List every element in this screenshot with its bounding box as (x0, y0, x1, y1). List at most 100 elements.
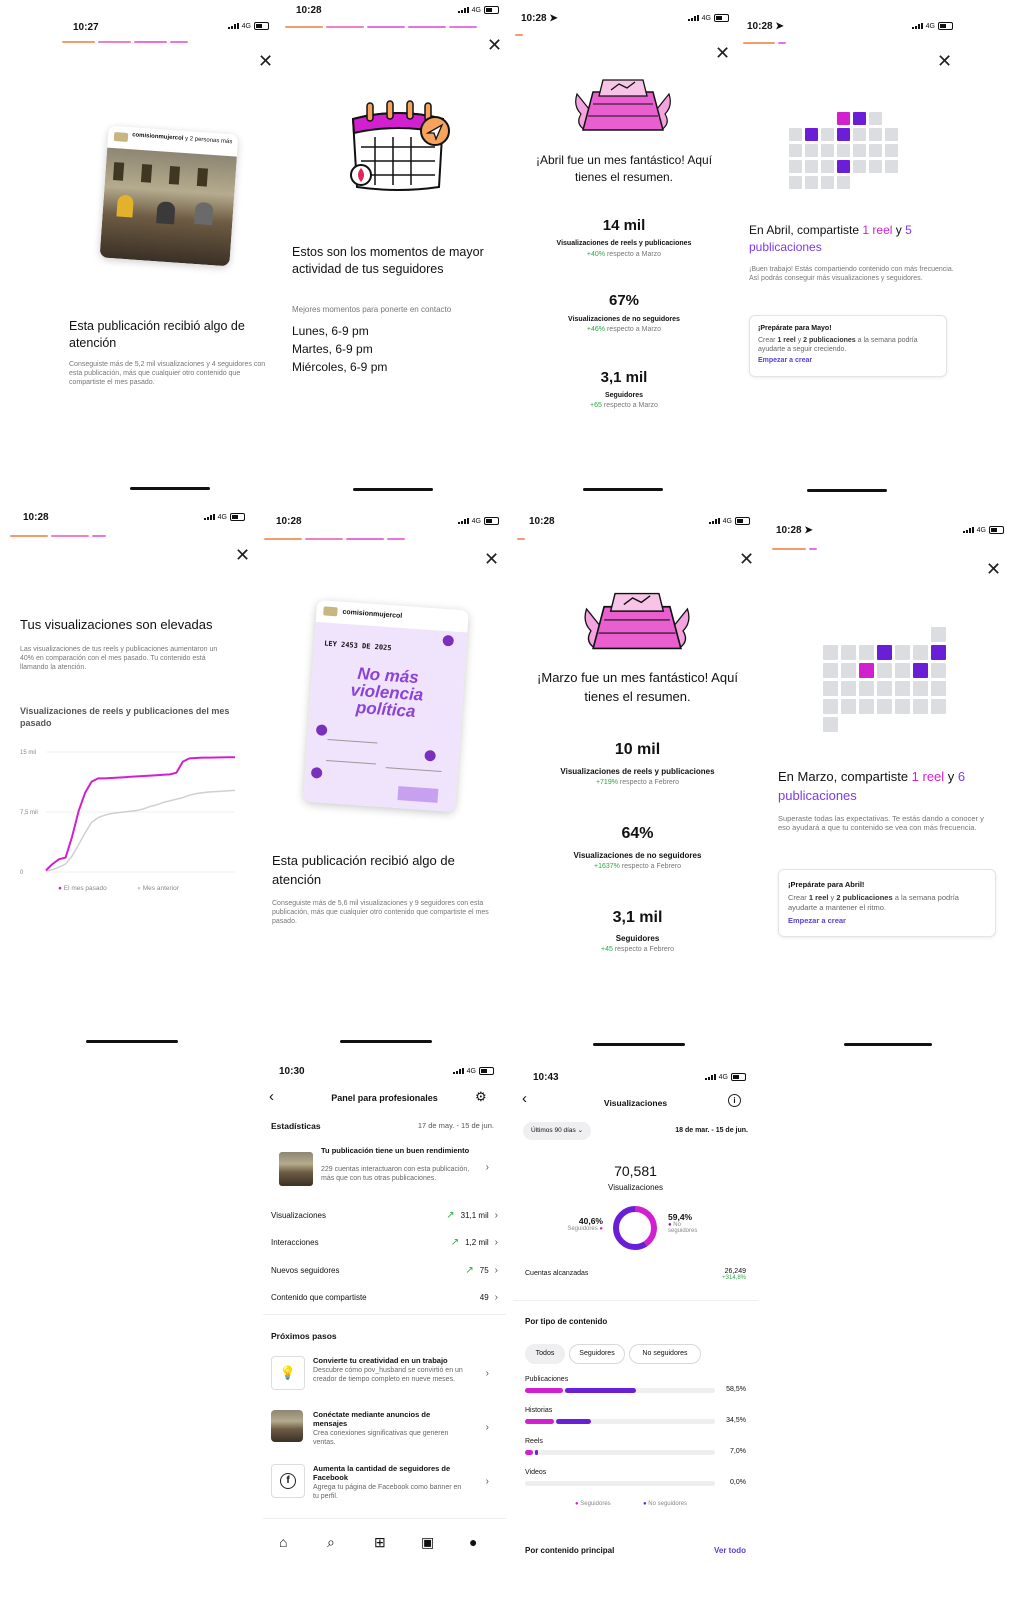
trend-up-icon: ↗ (446, 1210, 455, 1221)
close-icon[interactable]: ✕ (484, 550, 499, 568)
calendar-day-cell (823, 663, 838, 678)
close-icon[interactable]: ✕ (715, 44, 730, 62)
chip-all[interactable]: Todos (525, 1344, 565, 1364)
status-bar-icons: 4G (962, 526, 1004, 534)
story-progress (515, 34, 523, 36)
status-time: 10:28 (276, 516, 302, 527)
network-label: 4G (722, 517, 732, 525)
post-poster: LEY 2453 DE 2025 No más violencia políti… (303, 621, 468, 813)
battery-icon (938, 22, 953, 30)
stat-nonfollowers-label: Visualizaciones de no seguidores (573, 851, 702, 860)
calendar-day-cell (885, 160, 898, 173)
see-all-link[interactable]: Ver todo (714, 1546, 746, 1555)
calendar-day-cell (885, 144, 898, 157)
story-progress (264, 538, 405, 540)
calendar-day-cell (805, 160, 818, 173)
calendar-day-cell (789, 160, 802, 173)
step-thumbnail (271, 1410, 303, 1442)
battery-icon (484, 517, 499, 525)
status-bar-icons: 4G (227, 22, 269, 30)
calendar-day-cell (895, 699, 910, 714)
signal-icon (708, 518, 720, 524)
next-step-facebook[interactable]: f Aumenta la cantidad de seguidores de F… (271, 1462, 499, 1506)
professional-dashboard-screen: 10:30 4G ‹ Panel para profesionales ⚙ Es… (263, 1058, 506, 1610)
march-posts-description: Superaste todas las expectativas. Te est… (778, 814, 984, 832)
next-step-message-ads[interactable]: Conéctate mediante anuncios de mensajes … (271, 1408, 499, 1452)
status-time: 10:28 (296, 5, 322, 16)
chip-nonfollowers[interactable]: No seguidores (629, 1344, 701, 1364)
battery-icon (230, 513, 245, 521)
network-label: 4G (701, 14, 711, 22)
close-icon[interactable]: ✕ (937, 52, 952, 70)
chart-title: Visualizaciones de reels y publicaciones… (20, 706, 230, 728)
profile-icon[interactable]: ● (469, 1534, 477, 1550)
stat-followers-change: +45 respecto a Febrero (601, 946, 674, 953)
search-icon[interactable]: ⌕ (327, 1534, 335, 1551)
calendar-day-cell (853, 112, 866, 125)
signal-icon (457, 518, 469, 524)
close-icon[interactable]: ✕ (258, 52, 273, 70)
best-time-item: Martes, 6-9 pm (292, 342, 373, 356)
stat-views-label: Visualizaciones de reels y publicaciones (560, 767, 715, 776)
calendar-day-cell (895, 681, 910, 696)
signal-icon (962, 527, 974, 533)
home-icon[interactable]: ⌂ (279, 1534, 287, 1550)
status-time: 10:28 ➤ (521, 13, 558, 24)
metric-row-content-shared[interactable]: Contenido que compartiste 49 › (271, 1292, 498, 1303)
next-step-creativity[interactable]: 💡 Convierte tu creatividad en un trabajo… (271, 1354, 499, 1398)
calendar-day-cell (885, 128, 898, 141)
home-indicator (340, 1040, 432, 1043)
content-type-bar-followers (525, 1419, 554, 1424)
calendar-day-cell (823, 699, 838, 714)
reach-label: Cuentas alcanzadas (525, 1270, 589, 1277)
date-range: 18 de mar. - 15 de jun. (675, 1127, 748, 1134)
battery-icon (479, 1067, 494, 1075)
calendar-day-cell (931, 699, 946, 714)
close-icon[interactable]: ✕ (739, 550, 754, 568)
divider (263, 1314, 506, 1315)
story-progress (285, 26, 477, 28)
top-post-row[interactable]: Tu publicación tiene un buen rendimiento… (271, 1146, 499, 1194)
reels-icon[interactable]: ▣ (421, 1534, 434, 1551)
network-label: 4G (976, 526, 986, 534)
close-icon[interactable]: ✕ (235, 546, 250, 564)
story-progress (62, 41, 188, 43)
top-post-card[interactable]: comisionmujercol y 2 personas más (99, 125, 239, 267)
calendar-day-cell (837, 128, 850, 141)
step-desc: Descubre cómo pov_husband se convirtió e… (313, 1367, 463, 1383)
create-icon[interactable]: ⊞ (374, 1534, 386, 1551)
best-time-item: Miércoles, 6-9 pm (292, 360, 388, 374)
legend-last-month: ● El mes pasado (58, 885, 107, 892)
start-creating-link[interactable]: Empezar a crear (788, 916, 846, 925)
info-icon[interactable]: i (728, 1094, 741, 1107)
best-times-list: Lunes, 6-9 pm Martes, 6-9 pm Miércoles, … (292, 322, 387, 376)
close-icon[interactable]: ✕ (986, 560, 1001, 578)
top-post-card[interactable]: comisionmujercol LEY 2453 DE 2025 No más… (303, 599, 469, 813)
status-bar-icons: 4G (687, 14, 729, 22)
story-panel-march-posts: 10:28 ➤ 4G ✕ En Marzo, compartiste 1 ree… (768, 505, 1004, 1050)
settings-gear-icon[interactable]: ⚙ (475, 1089, 487, 1105)
reach-value: 26,249 +314,8% (722, 1268, 746, 1281)
calendar-day-cell (877, 681, 892, 696)
calendar-day-cell (931, 645, 946, 660)
network-label: 4G (471, 517, 481, 525)
calendar-day-cell (913, 645, 928, 660)
metric-row-new-followers[interactable]: Nuevos seguidores ↗ 75 › (271, 1265, 498, 1276)
battery-icon (731, 1073, 746, 1081)
date-range[interactable]: 17 de may. - 15 de jun. (418, 1121, 494, 1130)
story-panel-best-times: 10:28 4G ✕ Estos son los momentos de may… (283, 2, 505, 497)
screen-title: Visualizaciones (603, 1098, 668, 1108)
stat-nonfollowers-change: +46% respecto a Marzo (586, 326, 662, 333)
metric-row-interactions[interactable]: Interacciones ↗ 1,2 mil › (271, 1237, 498, 1248)
content-type-bar-followers (525, 1450, 533, 1455)
network-label: 4G (466, 1067, 476, 1075)
stat-followers-label: Seguidores (615, 934, 660, 943)
chip-followers[interactable]: Seguidores (569, 1344, 625, 1364)
metric-row-views[interactable]: Visualizaciones ↗ 31,1 mil › (271, 1210, 498, 1221)
card-text: Crear 1 reel y 2 publicaciones a la sema… (758, 337, 918, 353)
story-panel-april-summary: 10:28 ➤ 4G ✕ ¡Abril fue un mes fantástic… (513, 2, 735, 497)
period-dropdown[interactable]: Últimos 90 días ⌄ (523, 1122, 592, 1140)
close-icon[interactable]: ✕ (487, 36, 502, 54)
march-summary-headline: ¡Marzo fue un mes fantástico! Aquí tiene… (537, 670, 738, 704)
start-creating-link[interactable]: Empezar a crear (758, 357, 812, 364)
